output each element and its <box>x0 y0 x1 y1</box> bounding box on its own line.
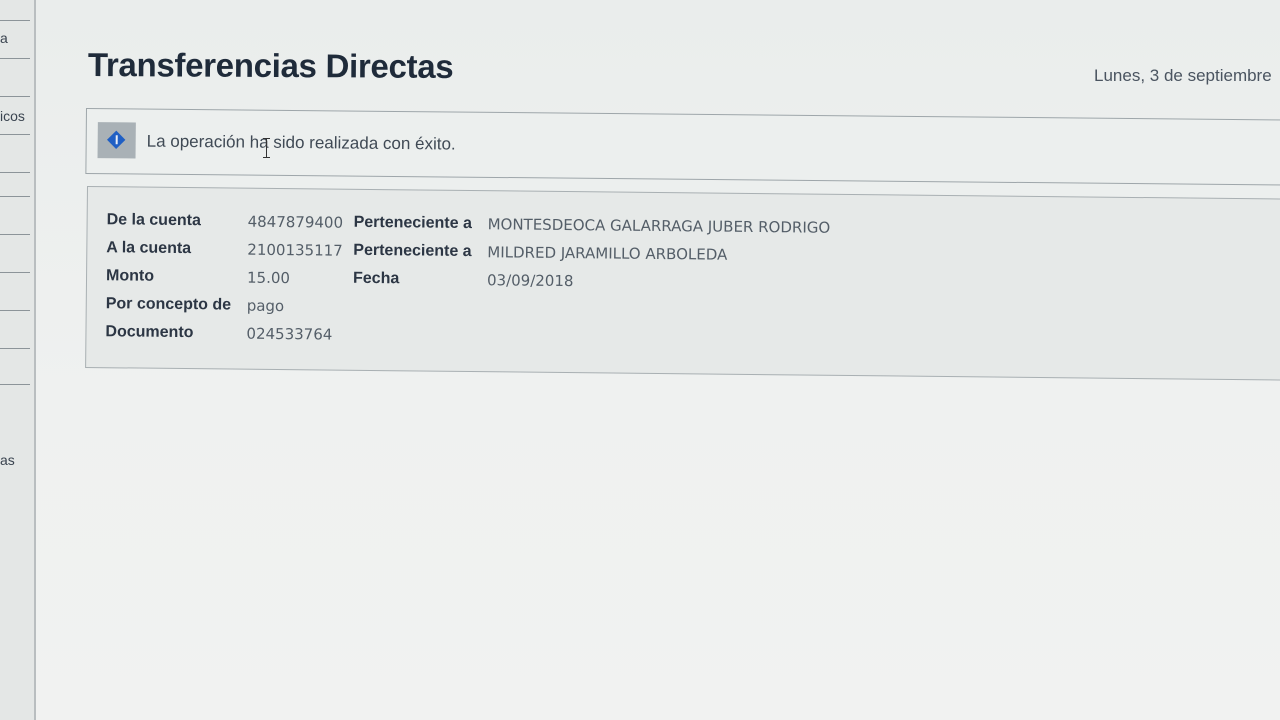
page-title: Transferencias Directas <box>87 46 454 85</box>
sidebar-divider <box>0 272 30 273</box>
sidebar-divider <box>0 348 30 349</box>
amount-value: 15.00 <box>246 268 291 288</box>
from-owner-label: Perteneciente a <box>353 213 472 233</box>
current-date: Lunes, 3 de septiembre <box>1094 66 1272 85</box>
transfer-details-panel: De la cuenta 4847879400 Perteneciente a … <box>85 186 1280 381</box>
sidebar-divider <box>0 58 30 59</box>
sidebar-divider <box>0 172 30 173</box>
concept-value: pago <box>246 296 285 316</box>
sidebar-divider <box>0 384 30 385</box>
document-value: 024533764 <box>246 324 333 344</box>
success-notice: La operación ha sido realizada con éxito… <box>85 108 1280 186</box>
sidebar-divider <box>0 196 30 197</box>
sidebar-item[interactable]: icos <box>0 108 30 124</box>
to-account-value: 2100135117 <box>247 240 343 260</box>
from-owner-value: MONTESDEOCA GALARRAGA JUBER RODRIGO <box>487 215 831 237</box>
notice-message: La operación ha sido realizada con éxito… <box>146 131 456 154</box>
date-value: 03/09/2018 <box>486 271 574 291</box>
sidebar-divider <box>0 310 30 311</box>
sidebar-item[interactable]: a <box>0 30 30 46</box>
info-diamond-icon <box>97 122 136 159</box>
sidebar-item[interactable]: as <box>0 452 30 468</box>
from-account-label: De la cuenta <box>106 211 201 230</box>
to-owner-value: MILDRED JARAMILLO ARBOLEDA <box>487 243 728 264</box>
sidebar-divider <box>0 96 30 97</box>
sidebar-divider <box>0 20 30 21</box>
main-content: Transferencias Directas Lunes, 3 de sept… <box>36 0 1280 720</box>
concept-label: Por concepto de <box>105 295 232 314</box>
date-label: Fecha <box>352 269 400 288</box>
to-account-label: A la cuenta <box>106 239 192 258</box>
sidebar: a icos as <box>0 0 36 720</box>
text-cursor-icon <box>263 138 270 158</box>
amount-label: Monto <box>105 267 155 285</box>
to-owner-label: Perteneciente a <box>353 241 472 261</box>
sidebar-divider <box>0 134 30 135</box>
sidebar-divider <box>0 234 30 235</box>
document-label: Documento <box>105 323 194 342</box>
from-account-value: 4847879400 <box>247 212 344 232</box>
